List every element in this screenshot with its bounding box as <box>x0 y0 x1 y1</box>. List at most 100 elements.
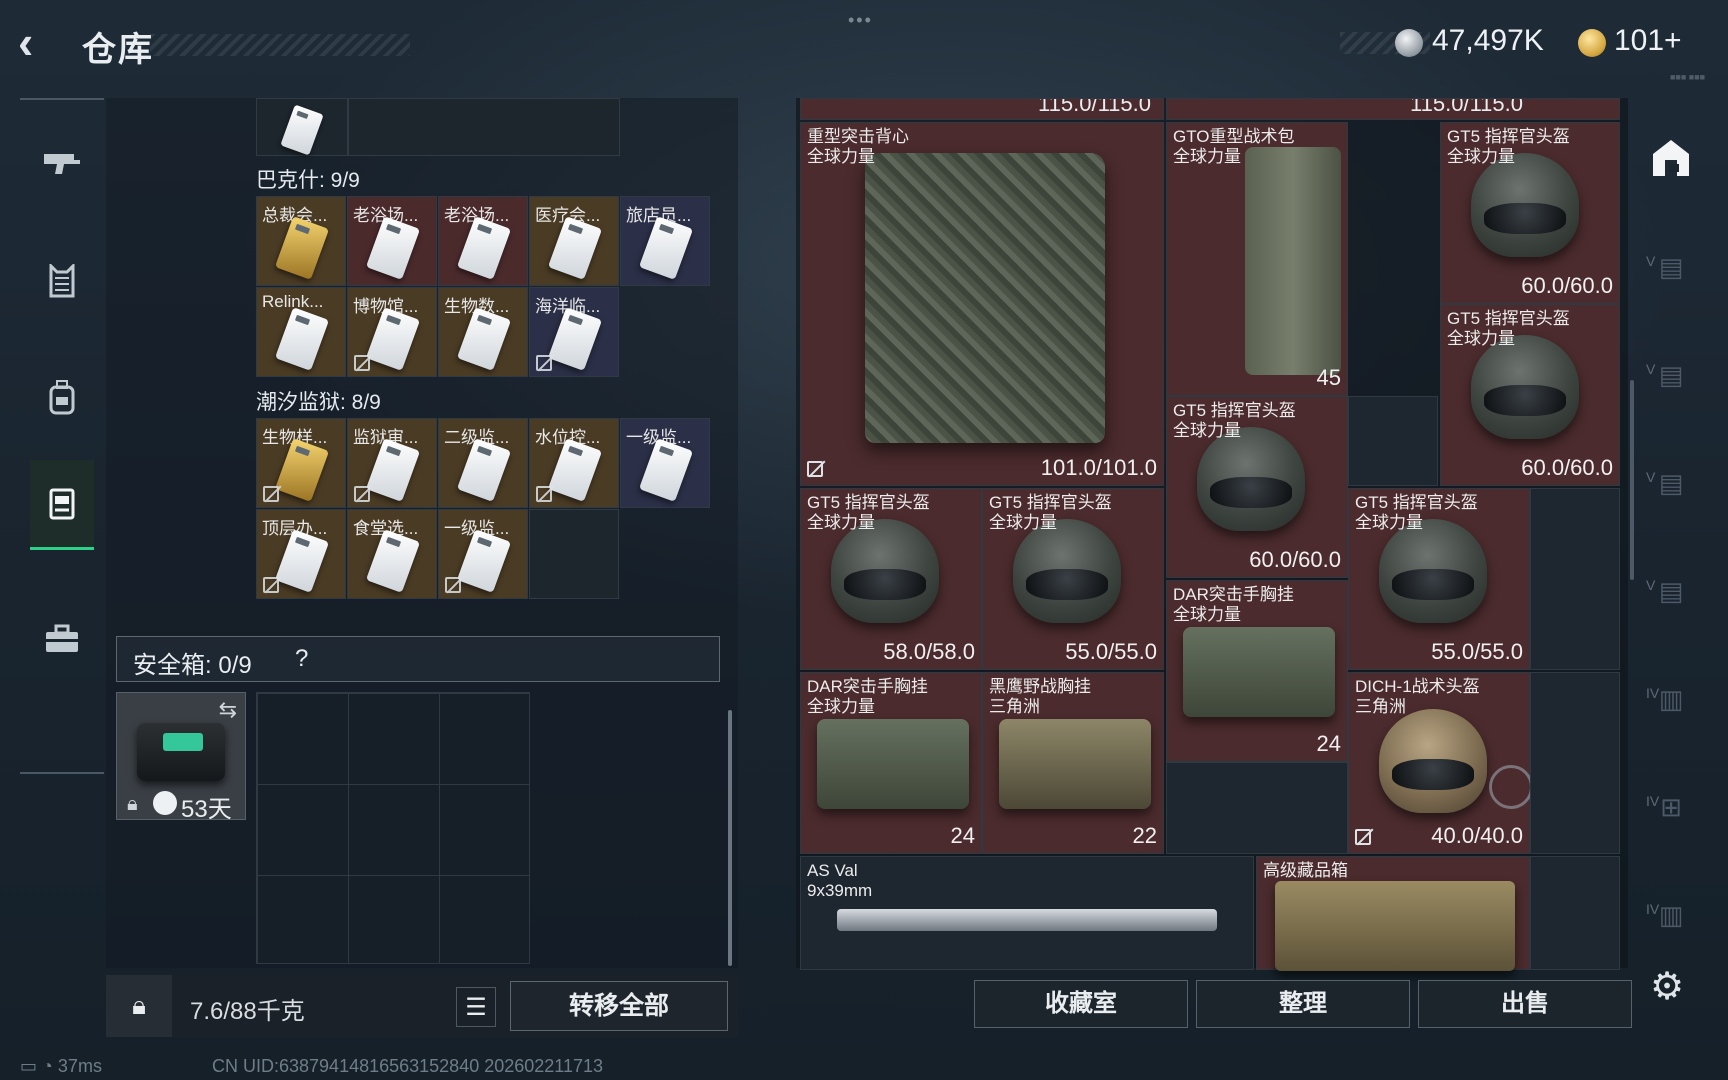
item-gto-heavy-pack[interactable]: GTO重型战术包 全球力量 45 <box>1166 122 1348 396</box>
keycard-slot[interactable]: 海洋临... <box>529 287 619 377</box>
keycard-slot[interactable]: 生物样... <box>256 418 346 508</box>
item-dar-chest-rig[interactable]: DAR突击手胸挂 全球力量 24 <box>800 672 982 854</box>
helmet-image <box>831 519 939 623</box>
item-name: GT5 指挥官头盔 全球力量 <box>807 493 930 532</box>
item-name: 黑鹰野战胸挂 三角洲 <box>989 677 1091 716</box>
title-stripe-decoration <box>150 34 410 56</box>
stash-tab-icon[interactable]: V ▤ <box>1646 460 1694 506</box>
tab-rank: V <box>1646 253 1656 269</box>
folder-tab-icon[interactable]: IV ▥ <box>1646 892 1694 938</box>
partial-item-slot[interactable] <box>256 98 348 156</box>
keycard-slot[interactable]: 顶层办... <box>256 509 346 599</box>
keycard-slot[interactable]: 总裁会... <box>256 196 346 286</box>
sort-button[interactable]: 整理 <box>1196 980 1410 1028</box>
rifle-image <box>837 909 1217 931</box>
backpack-scrollbar[interactable] <box>728 710 732 966</box>
keycard-slot[interactable]: 旅店员... <box>620 196 710 286</box>
collection-room-button[interactable]: 收藏室 <box>974 980 1188 1028</box>
item-name: GT5 指挥官头盔 全球力量 <box>1173 401 1296 440</box>
back-arrow-icon[interactable]: ‹ <box>18 19 62 66</box>
helmet-image <box>1471 335 1579 439</box>
keycard-slot[interactable]: 水位控... <box>529 418 619 508</box>
item-gt5-helmet[interactable]: GT5 指挥官头盔 全球力量 58.0/58.0 <box>800 488 982 670</box>
silver-coin-icon <box>1395 29 1423 57</box>
tab-rank: IV <box>1646 793 1660 809</box>
keycard-slot[interactable]: 生物数... <box>438 287 528 377</box>
backpack-icon[interactable] <box>30 352 94 442</box>
item-gt5-helmet[interactable]: GT5 指挥官头盔 全球力量 60.0/60.0 <box>1440 304 1620 486</box>
stash-tab-icon[interactable]: V ▤ <box>1646 244 1694 290</box>
empty-slot <box>1166 762 1348 854</box>
stash-scrollbar[interactable] <box>1630 380 1634 580</box>
item-name: AS Val 9x39mm <box>807 861 873 900</box>
keycard-slot[interactable]: Relink... <box>256 287 346 377</box>
top-bar: ‹ 仓库 ••• 47,497K 101+ ■■■ ■■■ <box>0 0 1728 90</box>
item-durability: 40.0/40.0 <box>1431 823 1523 848</box>
folder-add-icon[interactable]: IV ⊞ <box>1646 784 1694 830</box>
empty-slot <box>529 509 619 599</box>
weight-lock-icon: 🔒︎ <box>106 975 172 1037</box>
no-insure-icon <box>807 461 823 477</box>
item-blackhawk-chest-rig[interactable]: 黑鹰野战胸挂 三角洲 22 <box>982 672 1164 854</box>
grip-handle[interactable]: ••• <box>848 10 873 31</box>
uid-text: CN UID:6387941481656315284​0 2026​022117… <box>212 1056 604 1076</box>
item-gt5-helmet[interactable]: GT5 指挥官头盔 全球力量 55.0/55.0 <box>982 488 1164 670</box>
item-name: DAR突击手胸挂 全球力量 <box>807 677 928 716</box>
section-title-tide-prison: 潮汐监狱: 8/9 <box>256 391 381 414</box>
gold-currency-amount[interactable]: 101+ <box>1614 24 1682 58</box>
help-icon[interactable]: ? <box>295 645 308 673</box>
stash-tab-icon[interactable]: V ▤ <box>1646 568 1694 614</box>
keycard-slot[interactable]: 老浴场... <box>347 196 437 286</box>
keycard-slot[interactable]: 博物馆... <box>347 287 437 377</box>
safe-box-item[interactable]: ⇆ 🔒︎ 53天 <box>116 692 246 823</box>
silver-currency-amount[interactable]: 47,497K <box>1432 24 1544 58</box>
keycard-slot[interactable]: 老浴场... <box>438 196 528 286</box>
no-insure-icon <box>536 486 552 502</box>
item-durability: 60.0/60.0 <box>1521 273 1613 298</box>
item-name: 高级藏品箱 <box>1263 861 1348 880</box>
item-dich-helmet[interactable]: DICH-1战术头盔 三角洲 40.0/40.0 <box>1348 672 1533 854</box>
item-gt5-helmet[interactable]: GT5 指挥官头盔 全球力量 55.0/55.0 <box>1348 488 1530 670</box>
partial-item-top-left[interactable]: 115.0/115.0 <box>800 98 1164 120</box>
keycard-slot[interactable]: 一级监... <box>438 509 528 599</box>
vest-icon[interactable] <box>30 236 94 326</box>
item-dar-chest-rig[interactable]: DAR突击手胸挂 全球力量 24 <box>1166 580 1348 762</box>
keycard-slot[interactable]: 食堂选... <box>347 509 437 599</box>
tab-rank: V <box>1646 361 1656 377</box>
item-as-val-rifle[interactable]: AS Val 9x39mm <box>800 856 1254 970</box>
item-gt5-helmet[interactable]: GT5 指挥官头盔 全球力量 60.0/60.0 <box>1440 122 1620 304</box>
item-premium-collection-box[interactable]: 高级藏品箱 <box>1256 856 1530 971</box>
helmet-image <box>1379 519 1487 623</box>
helmet-image <box>1197 427 1305 531</box>
wifi-icon: ◔ <box>42 1056 53 1076</box>
home-stash-icon[interactable] <box>1648 136 1694 182</box>
keycard-slot[interactable]: 监狱审... <box>347 418 437 508</box>
backpack-footer: 🔒︎ 7.6/88千克 ☰ 转移全部 <box>106 975 738 1037</box>
briefcase-icon[interactable] <box>30 594 94 684</box>
folder-tab-icon[interactable]: IV ▥ <box>1646 676 1694 722</box>
item-durability: 115.0/115.0 <box>1410 98 1523 116</box>
item-heavy-assault-vest[interactable]: 重型突击背心 全球力量 101.0/101.0 <box>800 122 1164 486</box>
no-insure-icon <box>263 486 279 502</box>
item-name: 重型突击背心 全球力量 <box>807 127 909 166</box>
gear-icon[interactable]: ⚙ <box>1650 964 1684 1009</box>
item-capacity: 45 <box>1316 365 1341 390</box>
sell-button[interactable]: 出售 <box>1418 980 1632 1028</box>
partial-item-top-right[interactable]: 115.0/115.0 <box>1166 98 1620 120</box>
item-durability: 101.0/101.0 <box>1040 455 1157 480</box>
no-insure-icon <box>536 355 552 371</box>
keycard-slot[interactable]: 医疗会... <box>529 196 619 286</box>
item-gt5-helmet[interactable]: GT5 指挥官头盔 全球力量 60.0/60.0 <box>1166 396 1348 578</box>
safe-box-grid[interactable] <box>256 692 530 964</box>
item-name: DAR突击手胸挂 全球力量 <box>1173 585 1294 624</box>
gun-icon[interactable] <box>30 118 94 208</box>
stash-tab-icon[interactable]: V ▤ <box>1646 352 1694 398</box>
list-view-icon[interactable]: ☰ <box>456 987 496 1027</box>
transfer-all-button[interactable]: 转移全部 <box>510 981 728 1031</box>
no-insure-icon <box>263 577 279 593</box>
keycard-slot[interactable]: 二级监... <box>438 418 528 508</box>
container-icon[interactable] <box>30 460 94 550</box>
chest-rig-image <box>999 719 1151 809</box>
keycard-slot[interactable]: 一级监... <box>620 418 710 508</box>
swap-icon[interactable]: ⇆ <box>219 697 237 723</box>
